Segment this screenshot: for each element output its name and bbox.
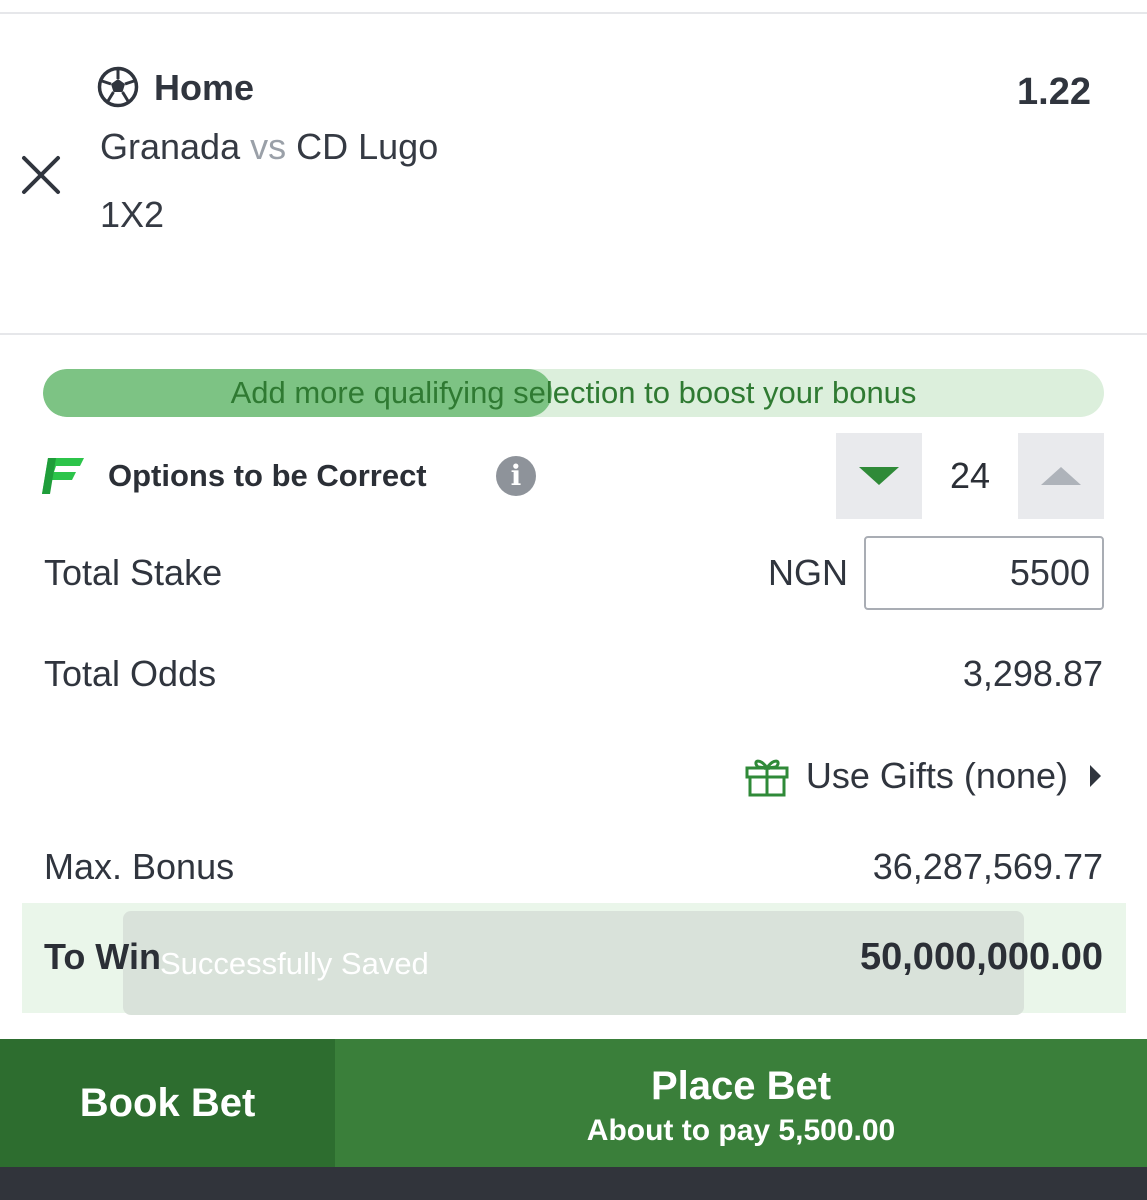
- max-bonus-label: Max. Bonus: [44, 846, 235, 887]
- away-team: CD Lugo: [296, 126, 439, 167]
- toast-message: Successfully Saved: [160, 946, 429, 981]
- caret-right-icon: [1090, 765, 1101, 787]
- place-bet-label: Place Bet: [650, 1064, 832, 1108]
- currency-label: NGN: [768, 552, 848, 593]
- options-label: Options to be Correct: [108, 458, 427, 493]
- to-win-label: To Win: [44, 936, 161, 977]
- place-bet-button[interactable]: Place Bet About to pay 5,500.00: [335, 1039, 1147, 1167]
- book-bet-label: Book Bet: [79, 1080, 256, 1125]
- flex-logo-icon: [42, 458, 84, 494]
- place-bet-amount: About to pay 5,500.00: [586, 1114, 896, 1147]
- selection-pick: Home: [154, 67, 255, 108]
- info-icon[interactable]: i: [496, 456, 536, 496]
- total-stake-label: Total Stake: [44, 552, 223, 593]
- stake-input[interactable]: [864, 536, 1104, 610]
- market-name: 1X2: [100, 194, 165, 235]
- vs-separator: vs: [250, 126, 287, 167]
- selection-divider: [0, 333, 1147, 335]
- match-title: Granada vs CD Lugo: [100, 125, 438, 169]
- max-bonus-value: 36,287,569.77: [872, 846, 1103, 887]
- total-odds-value: 3,298.87: [962, 653, 1103, 694]
- remove-selection-button[interactable]: [14, 148, 68, 202]
- chevron-down-icon: [859, 467, 899, 485]
- options-decrease-button[interactable]: [836, 433, 922, 519]
- use-gifts-label: Use Gifts (none): [805, 755, 1068, 796]
- selection-odds: 1.22: [1017, 71, 1091, 113]
- options-increase-button[interactable]: [1018, 433, 1104, 519]
- bonus-progress-bar: Add more qualifying selection to boost y…: [43, 369, 1104, 417]
- bottom-bar: [0, 1167, 1147, 1200]
- home-team: Granada: [100, 126, 241, 167]
- top-divider: [0, 12, 1147, 14]
- to-win-value: 50,000,000.00: [859, 936, 1103, 978]
- chevron-up-icon: [1041, 467, 1081, 485]
- gift-icon: [745, 759, 789, 797]
- soccer-ball-icon: [97, 66, 139, 108]
- total-odds-label: Total Odds: [44, 653, 217, 694]
- options-value: 24: [949, 455, 991, 496]
- bonus-message: Add more qualifying selection to boost y…: [230, 375, 917, 410]
- betslip: Home 1.22 Granada vs CD Lugo 1X2 Add mor…: [0, 0, 1147, 1200]
- close-icon: [22, 156, 60, 194]
- use-gifts-button[interactable]: Use Gifts (none): [744, 752, 1101, 800]
- book-bet-button[interactable]: Book Bet: [0, 1039, 335, 1167]
